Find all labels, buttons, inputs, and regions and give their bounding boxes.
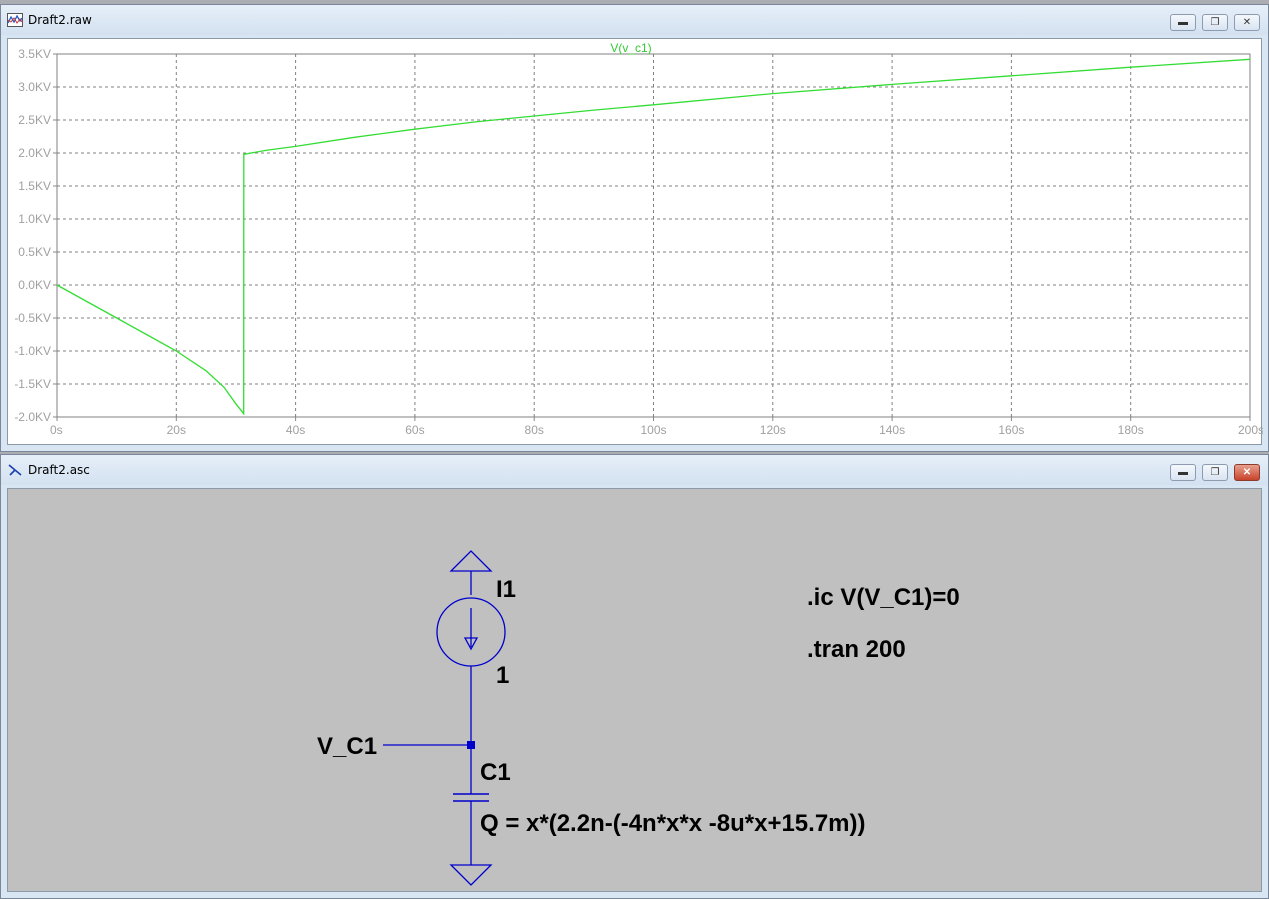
x-axis-ticks: 0s 20s 40s 60s 80s 100s 120s 140s 160s 180s 200s [50, 417, 1263, 437]
x-tick-label: 160s [998, 423, 1024, 437]
y-tick-label: 2.0KV [18, 146, 51, 160]
close-icon: ✕ [1242, 467, 1252, 478]
trace-label[interactable]: V(v_c1) [610, 41, 651, 55]
y-axis-ticks: 3.5KV 3.0KV 2.5KV 2.0KV 1.5KV 1.0KV 0.5KV 0.0KV… [14, 47, 57, 424]
maximize-button[interactable]: ❐ [1202, 14, 1228, 31]
y-tick-label: -1.0KV [14, 344, 51, 358]
y-tick-label: 1.5KV [18, 179, 51, 193]
minimize-icon: ▬ [1178, 17, 1188, 28]
net-label[interactable]: V_C1 [317, 733, 377, 760]
close-icon: ✕ [1242, 17, 1252, 28]
restore-icon: ❐ [1210, 467, 1220, 478]
source-label[interactable]: I1 [496, 576, 516, 603]
y-tick-label: -0.5KV [14, 311, 51, 325]
y-tick-label: -1.5KV [14, 377, 51, 391]
x-tick-label: 180s [1118, 423, 1144, 437]
capacitor-c1[interactable] [453, 793, 489, 802]
plot-titlebar[interactable]: Draft2.raw ▬ ❐ ✕ [1, 5, 1268, 35]
schematic-minimize-button[interactable]: ▬ [1170, 464, 1196, 481]
x-tick-label: 140s [879, 423, 905, 437]
plot-pane[interactable]: 3.5KV 3.0KV 2.5KV 2.0KV 1.5KV 1.0KV 0.5KV 0.0KV… [7, 38, 1263, 446]
x-tick-label: 80s [525, 423, 544, 437]
capacitor-label[interactable]: C1 [480, 759, 511, 786]
schematic-titlebar[interactable]: Draft2.asc ▬ ❐ ✕ [1, 455, 1268, 485]
schematic-window-title: Draft2.asc [28, 463, 90, 477]
directive-tran[interactable]: .tran 200 [807, 636, 906, 663]
y-tick-label: 3.5KV [18, 47, 51, 61]
x-tick-label: 100s [640, 423, 666, 437]
y-tick-label: 3.0KV [18, 80, 51, 94]
y-tick-label: 0.5KV [18, 245, 51, 259]
schematic-window: Draft2.asc ▬ ❐ ✕ I1 1 V_C1 C1 Q = x*(2.2… [0, 454, 1269, 899]
top-ground-symbol[interactable] [449, 550, 493, 572]
y-tick-label: 0.0KV [18, 278, 51, 292]
schematic-pane[interactable]: I1 1 V_C1 C1 Q = x*(2.2n-(-4n*x*x -8u*x+… [7, 488, 1262, 892]
schematic-canvas[interactable]: I1 1 V_C1 C1 Q = x*(2.2n-(-4n*x*x -8u*x+… [8, 489, 1263, 893]
schematic-icon [8, 464, 22, 476]
current-source-i1[interactable] [436, 597, 506, 667]
minimize-button[interactable]: ▬ [1170, 14, 1196, 31]
x-tick-label: 40s [286, 423, 305, 437]
y-tick-label: 1.0KV [18, 212, 51, 226]
source-value[interactable]: 1 [496, 662, 509, 689]
y-tick-label: 2.5KV [18, 113, 51, 127]
capacitor-value[interactable]: Q = x*(2.2n-(-4n*x*x -8u*x+15.7m)) [480, 810, 866, 837]
close-button[interactable]: ✕ [1234, 14, 1260, 31]
bottom-ground-symbol[interactable] [449, 864, 493, 886]
plot-grid [57, 54, 1250, 417]
waveform-plot[interactable]: 3.5KV 3.0KV 2.5KV 2.0KV 1.5KV 1.0KV 0.5KV 0.0KV… [8, 39, 1263, 446]
x-tick-label: 20s [167, 423, 186, 437]
restore-icon: ❐ [1210, 17, 1220, 28]
x-tick-label: 60s [405, 423, 424, 437]
plot-window-title: Draft2.raw [28, 13, 92, 27]
schematic-close-button[interactable]: ✕ [1234, 464, 1260, 481]
plot-window: Draft2.raw ▬ ❐ ✕ 3.5KV 3.0KV 2.5KV 2.0KV 1.5… [0, 4, 1269, 452]
x-tick-label: 120s [760, 423, 786, 437]
junction-dot[interactable] [467, 741, 475, 749]
minimize-icon: ▬ [1178, 467, 1188, 478]
x-tick-label: 200s [1238, 423, 1263, 437]
x-tick-label: 0s [50, 423, 63, 437]
y-tick-label: -2.0KV [14, 410, 51, 424]
waveform-icon [7, 13, 23, 27]
schematic-maximize-button[interactable]: ❐ [1202, 464, 1228, 481]
directive-ic[interactable]: .ic V(V_C1)=0 [807, 584, 960, 611]
